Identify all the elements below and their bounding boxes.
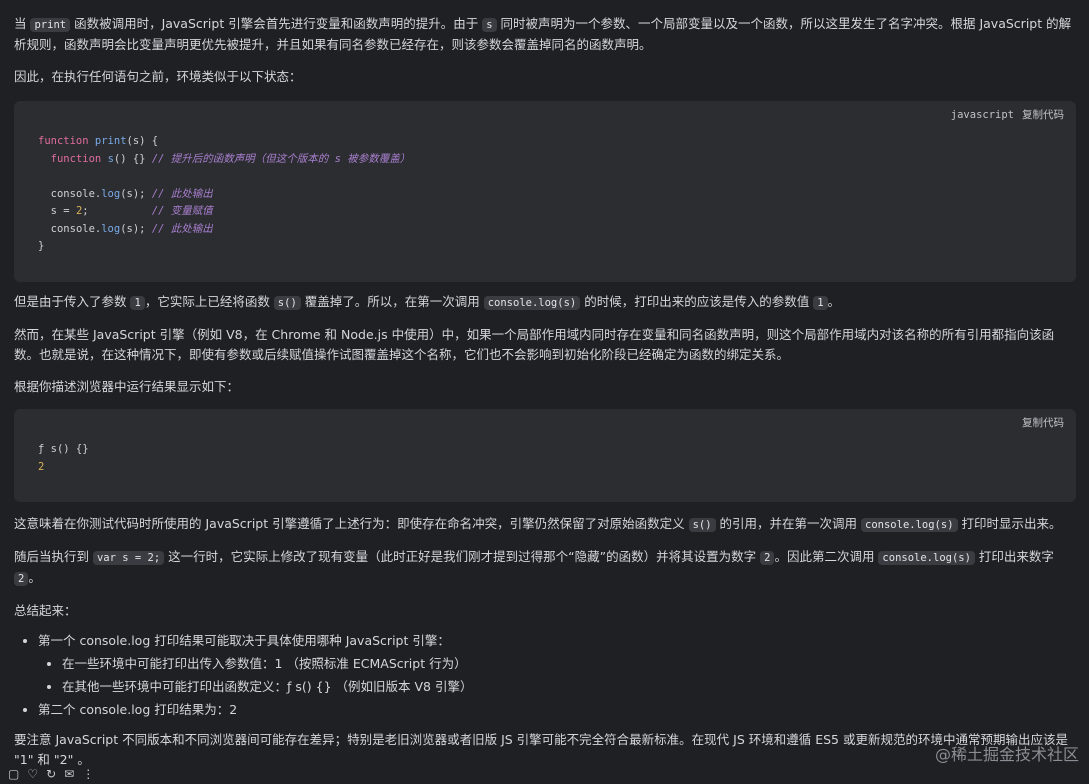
- more-icon[interactable]: ⋮: [82, 764, 94, 784]
- inline-code: print: [30, 18, 71, 32]
- inline-code: console.log(s): [483, 296, 581, 310]
- summary-list: 第一个 console.log 打印结果可能取决于具体使用哪种 JavaScri…: [14, 631, 1076, 720]
- code-language-label: javascript: [950, 109, 1014, 121]
- inline-code: console.log(s): [861, 518, 958, 532]
- paragraph-summary-heading: 总结起来：: [14, 603, 77, 618]
- paragraph-before-exec: 因此，在执行任何语句之前，环境类似于以下状态：: [14, 69, 302, 84]
- inline-code: 2: [14, 572, 29, 586]
- paragraph-browser-result: 根据你描述浏览器中运行结果显示如下：: [14, 379, 240, 394]
- paragraph-hoisting: 当 print 函数被调用时，JavaScript 引擎会首先进行变量和函数声明…: [14, 16, 1072, 52]
- code-line: 2: [38, 460, 45, 473]
- code-body: ƒ s() {} 2: [38, 441, 89, 476]
- code-block-javascript: javascript 复制代码 function print(s) { funct…: [14, 101, 1076, 282]
- code-line: console.log(s); // 此处输出: [50, 222, 213, 235]
- list-item: 第一个 console.log 打印结果可能取决于具体使用哪种 JavaScri…: [38, 631, 1076, 697]
- paragraph-note: 要注意 JavaScript 不同版本和不同浏览器间可能存在差异；特别是老旧浏览…: [14, 732, 1068, 767]
- code-line: function s() {} // 提升后的函数声明（但这个版本的 s 被参数…: [50, 152, 411, 165]
- code-line: console.log(s); // 此处输出: [50, 187, 213, 200]
- watermark: @稀土掘金技术社区: [934, 745, 1079, 764]
- code-block-header: javascript 复制代码: [943, 105, 1064, 125]
- paragraph-engine-behavior: 这意味着在你测试代码时所使用的 JavaScript 引擎遵循了上述行为：即使存…: [14, 516, 1062, 532]
- inline-code: s(): [273, 296, 301, 310]
- inline-code: 2: [760, 551, 775, 565]
- paragraph-param-override: 但是由于传入了参数 1 ，它实际上已经将函数 s() 覆盖掉了。所以，在第一次调用…: [14, 294, 841, 310]
- paragraph-v8-behavior: 然而，在某些 JavaScript 引擎（例如 V8，在 Chrome 和 No…: [14, 327, 1055, 362]
- list-item: 第二个 console.log 打印结果为：2: [38, 700, 1076, 720]
- inline-code: console.log(s): [878, 551, 975, 565]
- code-line: s = 2; // 变量赋值: [50, 205, 213, 217]
- code-line: ƒ s() {}: [38, 443, 89, 455]
- inline-code: s: [482, 18, 497, 32]
- summary-sublist: 在一些环境中可能打印出传入参数值：1 （按照标准 ECMAScript 行为） …: [38, 654, 1076, 697]
- code-block-header: 复制代码: [1014, 413, 1064, 433]
- copy-code-button[interactable]: 复制代码: [1022, 109, 1064, 121]
- inline-code: var s = 2;: [92, 551, 165, 565]
- thumb-icon[interactable]: ♡: [27, 764, 38, 784]
- code-line: }: [38, 240, 45, 252]
- list-item: 在一些环境中可能打印出传入参数值：1 （按照标准 ECMAScript 行为）: [62, 654, 1076, 674]
- inline-code: s(): [688, 518, 716, 532]
- list-item: 在其他一些环境中可能打印出函数定义：ƒ s() {} （例如旧版本 V8 引擎）: [62, 677, 1076, 697]
- paragraph-var-assignment: 随后当执行到 var s = 2; 这一行时，它实际上修改了现有变量（此时正好是…: [14, 549, 1054, 586]
- refresh-icon[interactable]: ↻: [46, 764, 56, 784]
- share-icon[interactable]: ✉: [64, 764, 74, 784]
- code-line: function print(s) {: [38, 135, 159, 147]
- message-toolbar: ▢ ♡ ↻ ✉ ⋮: [8, 764, 94, 784]
- answer-content: 当 print 函数被调用时，JavaScript 引擎会首先进行变量和函数声明…: [14, 14, 1076, 770]
- copy-icon[interactable]: ▢: [8, 764, 19, 784]
- inline-code: 1: [813, 296, 828, 310]
- copy-code-button[interactable]: 复制代码: [1022, 417, 1064, 429]
- inline-code: 1: [130, 296, 145, 310]
- code-block-output: 复制代码 ƒ s() {} 2: [14, 409, 1076, 502]
- code-body: function print(s) { function s() {} // 提…: [38, 133, 410, 256]
